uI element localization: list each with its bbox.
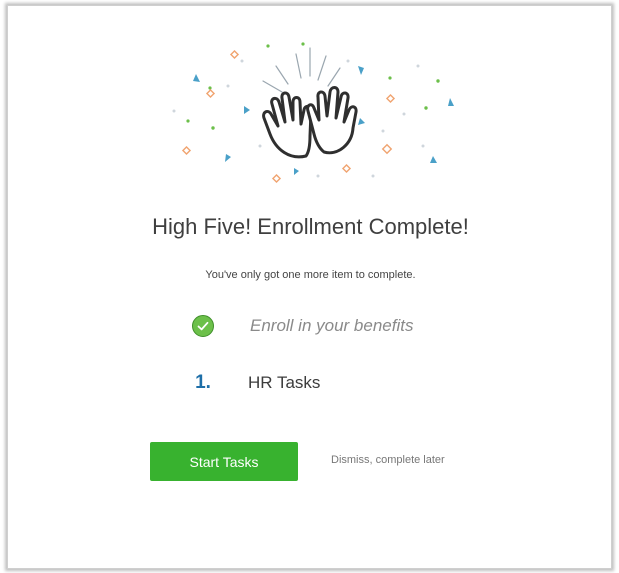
step-hr-tasks: 1. HR Tasks: [188, 368, 320, 398]
step-number: 1.: [195, 372, 211, 393]
check-circle-icon: [192, 315, 214, 337]
subtitle: You've only got one more item to complet…: [205, 269, 416, 281]
step-enroll-benefits: Enroll in your benefits: [188, 311, 413, 341]
page-title: High Five! Enrollment Complete!: [152, 214, 469, 239]
burst-lines: [262, 47, 341, 93]
step-label: Enroll in your benefits: [250, 316, 414, 335]
step-label: HR Tasks: [248, 373, 321, 392]
enrollment-complete-card: High Five! Enrollment Complete! You've o…: [7, 5, 612, 569]
high-five-hands-icon: [262, 86, 358, 159]
dismiss-link[interactable]: Dismiss, complete later: [331, 454, 445, 466]
start-tasks-button[interactable]: Start Tasks: [150, 442, 298, 481]
high-five-illustration: [172, 42, 454, 184]
